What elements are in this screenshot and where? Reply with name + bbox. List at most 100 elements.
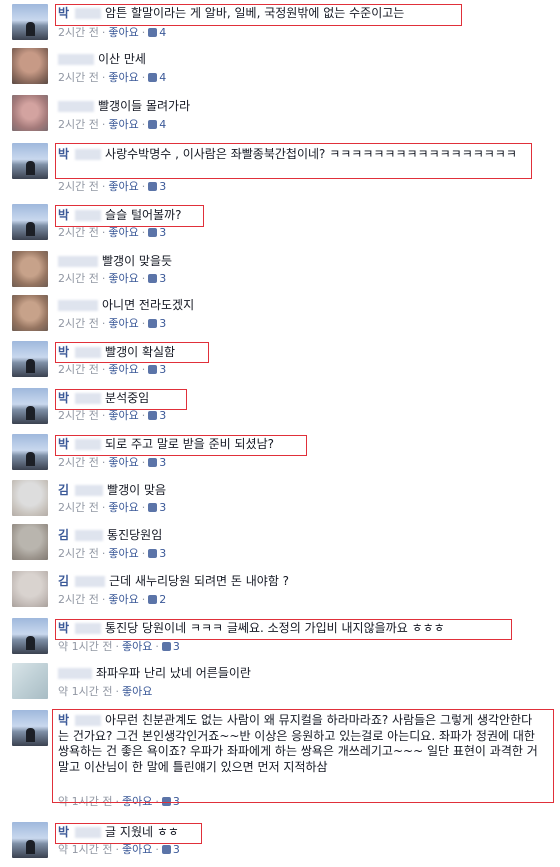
like-count[interactable]: 2 <box>159 593 166 606</box>
timestamp[interactable]: 2시간 전 <box>58 118 99 131</box>
comment: 박 슬슬 털어볼까? 2시간 전 · 좋아요 · 3 <box>0 204 560 244</box>
thumbs-up-icon <box>148 73 158 82</box>
avatar[interactable] <box>12 388 48 424</box>
timestamp[interactable]: 2시간 전 <box>58 26 99 39</box>
avatar[interactable] <box>12 710 48 746</box>
comment-text: 빨갱이 확실함 <box>105 345 176 359</box>
like-count[interactable]: 3 <box>159 363 166 376</box>
like-count[interactable]: 3 <box>159 456 166 469</box>
commenter-name[interactable]: 박 <box>58 713 69 727</box>
like-count[interactable]: 3 <box>159 547 166 560</box>
commenter-name[interactable]: 박 <box>58 825 69 839</box>
comment: 김 통진당원임 2시간 전 · 좋아요 · 3 <box>0 524 560 564</box>
like-count[interactable]: 3 <box>159 317 166 330</box>
timestamp[interactable]: 약 1시간 전 <box>58 843 112 856</box>
like-link[interactable]: 좋아요 <box>108 180 138 193</box>
timestamp[interactable]: 2시간 전 <box>58 317 99 330</box>
like-count[interactable]: 3 <box>173 795 180 808</box>
comment: 빨갱이들 몰려가라 2시간 전 · 좋아요 · 4 <box>0 95 560 135</box>
commenter-name[interactable]: 김 <box>58 483 69 497</box>
like-link[interactable]: 좋아요 <box>108 272 138 285</box>
commenter-name[interactable]: 박 <box>58 391 69 405</box>
commenter-name[interactable]: 김 <box>58 574 69 588</box>
comment-text: 좌파우파 난리 났네 어른들이란 <box>96 666 251 680</box>
like-link[interactable]: 좋아요 <box>108 26 138 39</box>
like-link[interactable]: 좋아요 <box>108 547 138 560</box>
like-link[interactable]: 좋아요 <box>108 226 138 239</box>
timestamp[interactable]: 2시간 전 <box>58 180 99 193</box>
timestamp[interactable]: 약 1시간 전 <box>58 685 112 698</box>
avatar[interactable] <box>12 434 48 470</box>
like-count[interactable]: 3 <box>159 501 166 514</box>
thumbs-up-icon <box>148 228 158 237</box>
thumbs-up-icon <box>148 319 158 328</box>
timestamp[interactable]: 2시간 전 <box>58 363 99 376</box>
like-link[interactable]: 좋아요 <box>108 363 138 376</box>
like-link[interactable]: 좋아요 <box>108 456 138 469</box>
timestamp[interactable]: 2시간 전 <box>58 547 99 560</box>
timestamp[interactable]: 약 1시간 전 <box>58 640 112 653</box>
timestamp[interactable]: 2시간 전 <box>58 272 99 285</box>
like-count[interactable]: 3 <box>173 640 180 653</box>
comment-text: 사랑수박명수 , 이사람은 좌빨종북간첩이네? ㅋㅋㅋㅋㅋㅋㅋㅋㅋㅋㅋㅋㅋㅋㅋㅋ… <box>105 147 517 161</box>
avatar[interactable] <box>12 571 48 607</box>
like-count[interactable]: 3 <box>159 272 166 285</box>
avatar[interactable] <box>12 822 48 858</box>
comment-text: 되로 주고 말로 받을 준비 되셨남? <box>105 437 275 451</box>
avatar[interactable] <box>12 663 48 699</box>
thumbs-up-icon <box>148 365 158 374</box>
like-count[interactable]: 3 <box>173 843 180 856</box>
commenter-name[interactable]: 박 <box>58 147 69 161</box>
timestamp[interactable]: 2시간 전 <box>58 409 99 422</box>
avatar[interactable] <box>12 341 48 377</box>
commenter-name[interactable]: 박 <box>58 345 69 359</box>
commenter-name[interactable]: 박 <box>58 621 69 635</box>
like-count[interactable]: 3 <box>159 180 166 193</box>
timestamp[interactable]: 2시간 전 <box>58 71 99 84</box>
comment: 박 통진당 당원이네 ㅋㅋㅋ 글쎄요. 소정의 가입비 내지않을까요 ㅎㅎㅎ 약 … <box>0 618 560 658</box>
avatar[interactable] <box>12 524 48 560</box>
avatar[interactable] <box>12 4 48 40</box>
timestamp[interactable]: 약 1시간 전 <box>58 795 112 808</box>
like-link[interactable]: 좋아요 <box>108 118 138 131</box>
like-link[interactable]: 좋아요 <box>122 795 152 808</box>
like-link[interactable]: 좋아요 <box>108 71 138 84</box>
timestamp[interactable]: 2시간 전 <box>58 593 99 606</box>
like-link[interactable]: 좋아요 <box>122 843 152 856</box>
avatar[interactable] <box>12 143 48 179</box>
like-link[interactable]: 좋아요 <box>122 685 152 698</box>
like-link[interactable]: 좋아요 <box>122 640 152 653</box>
comment: 박 아무런 친분관계도 없는 사람이 왜 뮤지컬을 하라마라죠? 사람들은 그렇게… <box>0 710 560 816</box>
avatar[interactable] <box>12 204 48 240</box>
commenter-name[interactable]: 박 <box>58 208 69 222</box>
comment-text: 아니면 전라도겠지 <box>102 298 195 312</box>
avatar[interactable] <box>12 95 48 131</box>
like-count[interactable]: 3 <box>159 226 166 239</box>
commenter-name[interactable]: 김 <box>58 528 69 542</box>
avatar[interactable] <box>12 251 48 287</box>
like-link[interactable]: 좋아요 <box>108 409 138 422</box>
like-link[interactable]: 좋아요 <box>108 593 138 606</box>
thumbs-up-icon <box>148 274 158 283</box>
comment: 좌파우파 난리 났네 어른들이란 약 1시간 전 · 좋아요 <box>0 663 560 703</box>
like-link[interactable]: 좋아요 <box>108 501 138 514</box>
like-count[interactable]: 4 <box>159 118 166 131</box>
avatar[interactable] <box>12 295 48 331</box>
avatar[interactable] <box>12 48 48 84</box>
like-count[interactable]: 3 <box>159 409 166 422</box>
avatar[interactable] <box>12 618 48 654</box>
avatar[interactable] <box>12 480 48 516</box>
like-count[interactable]: 4 <box>159 71 166 84</box>
commenter-name[interactable]: 박 <box>58 437 69 451</box>
thumbs-up-icon <box>148 549 158 558</box>
commenter-name[interactable]: 박 <box>58 6 69 20</box>
timestamp[interactable]: 2시간 전 <box>58 456 99 469</box>
timestamp[interactable]: 2시간 전 <box>58 226 99 239</box>
timestamp[interactable]: 2시간 전 <box>58 501 99 514</box>
like-link[interactable]: 좋아요 <box>108 317 138 330</box>
comment-text: 통진당 당원이네 ㅋㅋㅋ 글쎄요. 소정의 가입비 내지않을까요 ㅎㅎㅎ <box>105 621 445 635</box>
comment-text: 암튼 할말이라는 게 알바, 일베, 국정원밖에 없는 수준이고는 <box>105 6 405 20</box>
comment: 박 빨갱이 확실함 2시간 전 · 좋아요 · 3 <box>0 341 560 381</box>
like-count[interactable]: 4 <box>159 26 166 39</box>
comment-text: 빨갱이 맞음 <box>107 483 167 497</box>
